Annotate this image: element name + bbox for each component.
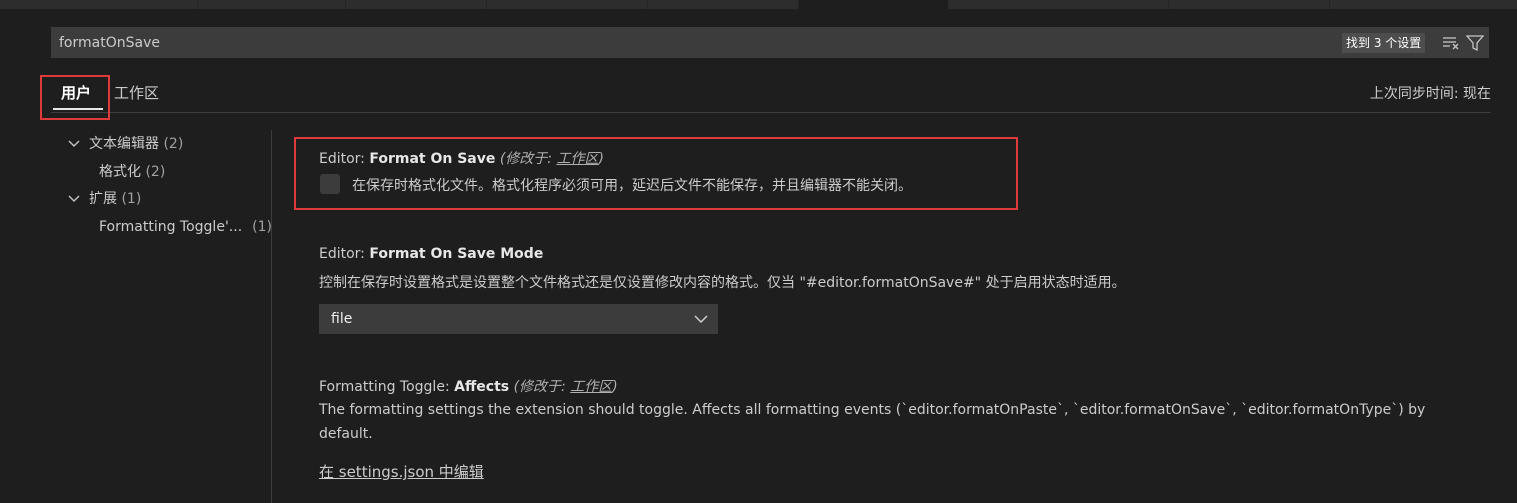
setting-title-formatting-toggle-affects: Formatting Toggle: Affects (修改于: 工作区) xyxy=(319,376,618,396)
modified-prefix: (修改于: xyxy=(499,151,557,167)
setting-name: Format On Save xyxy=(369,151,496,167)
editor-tab[interactable] xyxy=(346,0,487,9)
modified-indicator: (修改于: 工作区) xyxy=(514,379,618,395)
setting-title-format-on-save-mode: Editor: Format On Save Mode xyxy=(319,246,543,262)
setting-category: Editor: xyxy=(319,246,370,262)
setting-category: Formatting Toggle: xyxy=(319,379,455,395)
settings-scope-tabs: 用户 工作区 上次同步时间: 现在 xyxy=(51,78,1491,113)
search-result-count: 找到 3 个设置 xyxy=(1342,33,1426,53)
editor-tab[interactable] xyxy=(948,0,1169,9)
editor-tab[interactable] xyxy=(0,0,198,9)
editor-tab-strip xyxy=(0,0,1517,9)
settings-search-bar: 找到 3 个设置 xyxy=(51,27,1489,58)
toc-item-extensions[interactable]: 扩展 (1) xyxy=(89,188,141,210)
toc-item-label: 格式化 xyxy=(99,164,141,180)
modified-indicator: (修改于: 工作区) xyxy=(500,151,604,167)
toc-item-text-editor[interactable]: 文本编辑器 (2) xyxy=(89,133,183,155)
chevron-down-icon[interactable] xyxy=(68,188,80,210)
format-on-save-mode-select[interactable]: file xyxy=(319,304,718,334)
toc-item-label: 文本编辑器 xyxy=(89,136,159,152)
setting-category: Editor: xyxy=(319,151,370,167)
modified-suffix: ) xyxy=(598,151,604,167)
toc-divider xyxy=(271,130,272,503)
toc-item-count: (2) xyxy=(163,136,184,152)
tab-user[interactable]: 用户 xyxy=(61,82,91,104)
setting-name: Affects xyxy=(454,379,510,395)
setting-description-format-on-save-mode: 控制在保存时设置格式是设置整个文件格式还是仅设置修改内容的格式。仅当 "#edi… xyxy=(319,275,1126,291)
toc-item-count: (2) xyxy=(145,164,166,180)
select-value: file xyxy=(331,311,353,327)
chevron-down-icon[interactable] xyxy=(68,133,80,155)
clear-filter-icon[interactable] xyxy=(1442,34,1460,52)
editor-tab[interactable] xyxy=(1169,0,1330,9)
editor-tab[interactable] xyxy=(487,0,648,9)
edit-in-settings-json-link[interactable]: 在 settings.json 中编辑 xyxy=(319,461,484,482)
toc-item-count: (1) xyxy=(252,219,272,235)
sync-status: 上次同步时间: 现在 xyxy=(1369,86,1491,102)
modified-scope-link[interactable]: 工作区 xyxy=(570,379,612,395)
setting-description-line1: The formatting settings the extension sh… xyxy=(319,402,1426,418)
tab-workspace[interactable]: 工作区 xyxy=(114,82,159,104)
toc-item-count: (1) xyxy=(121,191,142,207)
chevron-down-icon xyxy=(694,313,708,325)
setting-title-format-on-save: Editor: Format On Save (修改于: 工作区) xyxy=(319,148,604,168)
editor-tab[interactable] xyxy=(1330,0,1517,9)
toc-item-label: 扩展 xyxy=(89,191,117,207)
setting-description-format-on-save: 在保存时格式化文件。格式化程序必须可用，延迟后文件不能保存，并且编辑器不能关闭。 xyxy=(352,178,912,194)
editor-tab[interactable] xyxy=(648,0,799,9)
toc-item-formatting[interactable]: 格式化 (2) xyxy=(99,161,165,183)
modified-suffix: ) xyxy=(612,379,618,395)
modified-scope-link[interactable]: 工作区 xyxy=(556,151,598,167)
format-on-save-checkbox[interactable] xyxy=(320,174,340,194)
setting-description-line2: default. xyxy=(319,426,373,442)
modified-prefix: (修改于: xyxy=(513,379,571,395)
toc-item-formatting-toggle[interactable]: Formatting Toggle'... (1) xyxy=(99,216,272,238)
editor-tab[interactable] xyxy=(198,0,346,9)
filter-icon[interactable] xyxy=(1465,34,1485,52)
toc-item-label: Formatting Toggle'... xyxy=(99,219,243,235)
settings-search-input[interactable] xyxy=(51,27,1331,58)
setting-name: Format On Save Mode xyxy=(369,246,544,262)
active-tab-indicator xyxy=(53,108,103,110)
